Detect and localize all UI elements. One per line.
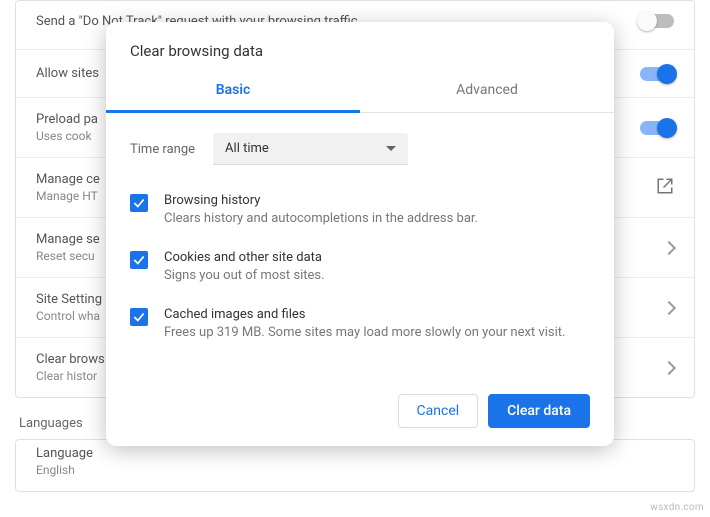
option-title: Cached images and files	[164, 307, 565, 322]
dialog-title: Clear browsing data	[106, 22, 614, 72]
option-title: Cookies and other site data	[164, 250, 325, 265]
chevron-right-icon	[662, 300, 676, 314]
tab-advanced[interactable]: Advanced	[360, 72, 614, 112]
checkbox-checked-icon[interactable]	[130, 251, 148, 269]
setting-language[interactable]: Language English	[16, 440, 694, 491]
languages-section: Language English	[15, 439, 695, 492]
chevron-right-icon	[662, 360, 676, 374]
option-cache[interactable]: Cached images and files Frees up 319 MB.…	[130, 295, 590, 352]
setting-subtitle: English	[36, 463, 674, 477]
checkbox-checked-icon[interactable]	[130, 308, 148, 326]
checkbox-checked-icon[interactable]	[130, 194, 148, 212]
option-browsing-history[interactable]: Browsing history Clears history and auto…	[130, 181, 590, 238]
cancel-button[interactable]: Cancel	[398, 394, 479, 428]
tab-basic[interactable]: Basic	[106, 72, 360, 113]
open-external-icon	[656, 177, 674, 199]
clear-data-button[interactable]: Clear data	[488, 394, 590, 428]
time-range-label: Time range	[130, 142, 195, 157]
toggle-do-not-track[interactable]	[640, 14, 674, 28]
dropdown-icon	[386, 146, 396, 151]
dialog-tabs: Basic Advanced	[106, 72, 614, 113]
option-subtitle: Frees up 319 MB. Some sites may load mor…	[164, 325, 565, 340]
watermark: wsxdn.com	[650, 502, 704, 513]
option-subtitle: Signs you out of most sites.	[164, 268, 325, 283]
time-range-value: All time	[225, 141, 269, 156]
time-range-select[interactable]: All time	[213, 133, 408, 165]
option-subtitle: Clears history and autocompletions in th…	[164, 211, 478, 226]
option-title: Browsing history	[164, 193, 478, 208]
option-cookies[interactable]: Cookies and other site data Signs you ou…	[130, 238, 590, 295]
setting-title: Language	[36, 446, 674, 461]
clear-browsing-data-dialog: Clear browsing data Basic Advanced Time …	[106, 22, 614, 446]
toggle-preload[interactable]	[640, 121, 674, 135]
toggle-allow-sites[interactable]	[640, 67, 674, 81]
chevron-right-icon	[662, 240, 676, 254]
